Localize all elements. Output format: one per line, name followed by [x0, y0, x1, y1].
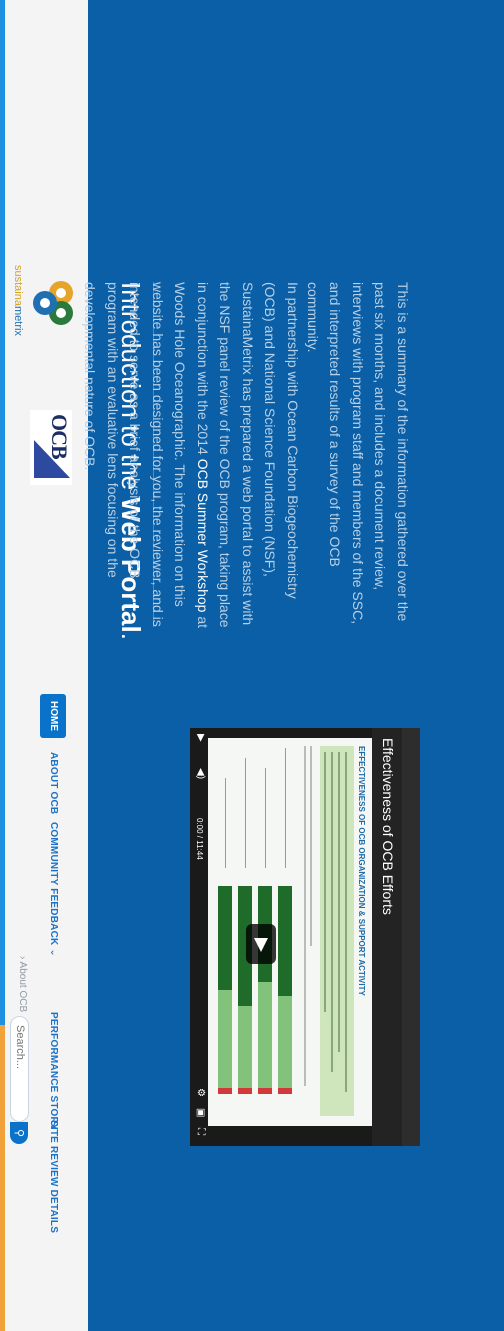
search-icon: ⚲: [13, 1128, 25, 1138]
chart-bar: [238, 886, 252, 1094]
youtube-icon[interactable]: ▣: [195, 1108, 206, 1117]
slide-summary-box: [320, 746, 354, 1116]
slide-heading: EFFECTIVENESS OF OCB ORGANIZATION & SUPP…: [357, 746, 366, 996]
ocb-logo[interactable]: OCB: [30, 410, 72, 485]
chart-bar: [278, 886, 292, 1094]
nav-home-button[interactable]: HOME: [40, 694, 66, 738]
breadcrumb[interactable]: › About OCB: [17, 956, 28, 1012]
search-input[interactable]: [10, 1016, 29, 1122]
video-player[interactable]: Effectiveness of OCB Efforts EFFECTIVENE…: [190, 728, 420, 1146]
spiral-logo-icon: [33, 281, 73, 325]
volume-icon[interactable]: ◀): [195, 768, 206, 779]
search-button[interactable]: ⚲: [10, 1122, 28, 1144]
video-controls: ▶ ◀) 0:00 / 11:44 ⚙ ▣ ⛶: [190, 728, 208, 1146]
nav-community-feedback[interactable]: COMMUNITY FEEDBACK ⌄: [48, 822, 59, 957]
video-top-bar: [402, 728, 420, 1146]
intro-paragraph: In partnership with Ocean Carbon Biogeoc…: [82, 282, 302, 629]
fullscreen-icon[interactable]: ⛶: [195, 1128, 206, 1135]
play-icon[interactable]: ▶: [195, 734, 206, 742]
page-frame: sustainametrix OCB HOME ABOUT OCB COMMUN…: [5, 0, 504, 1331]
video-timestamp: 0:00 / 11:44: [195, 818, 204, 860]
sustainametrix-logo[interactable]: [21, 275, 81, 335]
video-title-bar: Effectiveness of OCB Efforts: [372, 728, 402, 1146]
nav-about-ocb[interactable]: ABOUT OCB: [48, 752, 59, 814]
ocb-logo-text: OCB: [47, 414, 72, 459]
summary-paragraph: This is a summary of the information gat…: [305, 282, 411, 625]
nav-community-label: COMMUNITY FEEDBACK: [48, 822, 59, 946]
nav-site-review-details[interactable]: SITE REVIEW DETAILS: [48, 1120, 59, 1233]
sustainametrix-wordmark: sustainametrix: [12, 265, 24, 336]
chevron-down-icon: ⌄: [48, 948, 59, 957]
video-slide: EFFECTIVENESS OF OCB ORGANIZATION & SUPP…: [200, 738, 372, 1126]
settings-gear-icon[interactable]: ⚙: [195, 1088, 206, 1097]
video-title: Effectiveness of OCB Efforts: [380, 738, 396, 915]
ocb-summer-workshop-link[interactable]: OCB Summer Workshop: [195, 459, 211, 613]
play-button[interactable]: [246, 924, 276, 964]
nav-performance-story[interactable]: PERFORMANCE STORY: [48, 1012, 59, 1130]
chart-bar: [218, 886, 232, 1094]
chart-bar: [258, 886, 272, 1094]
